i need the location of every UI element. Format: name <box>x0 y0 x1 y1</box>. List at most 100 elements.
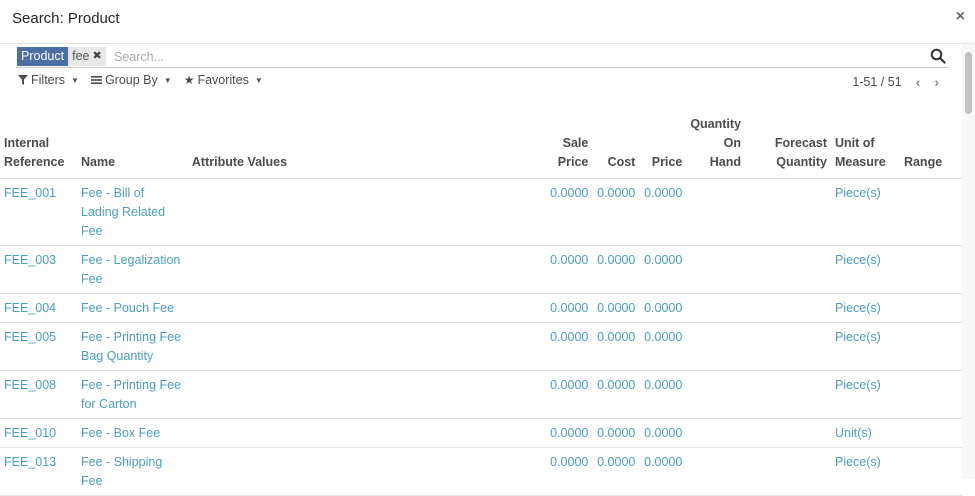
cell-quantity-on-hand <box>686 418 746 448</box>
cell-unit-of-measure[interactable]: Piece(s) <box>830 447 900 496</box>
caret-down-icon: ▼ <box>71 75 79 85</box>
cell-internal-reference[interactable]: FEE_010 <box>0 418 77 448</box>
cell-sale-price[interactable]: 0.0000 <box>542 447 593 496</box>
cell-name[interactable]: Fee - Shipping Fee <box>76 447 188 496</box>
name-line: Bag Quantity <box>80 349 154 363</box>
table-row[interactable]: FEE_004 Fee - Pouch Fee 0.0000 0.0000 0.0000… <box>0 293 962 323</box>
cell-forecast-quantity <box>745 370 831 419</box>
cell-unit-of-measure[interactable]: Piece(s) <box>830 322 900 371</box>
cell-sale-price[interactable]: 0.0000 <box>542 418 593 448</box>
cell-unit-of-measure[interactable]: Unit(s) <box>830 418 900 448</box>
column-header-forecast-quantity[interactable]: Forecast Quantity <box>745 112 831 179</box>
table-row[interactable]: FEE_003 Fee - Legalization Fee 0.0000 0.0000… <box>0 245 962 294</box>
column-header-internal-reference[interactable]: Internal Reference <box>0 112 77 179</box>
pager-value[interactable]: 1-51 / 51 <box>852 75 901 89</box>
cell-name[interactable]: Fee - Legalization Fee <box>76 245 188 294</box>
header-line: Measure <box>834 155 886 169</box>
scrollbar-thumb[interactable] <box>965 52 972 114</box>
cell-attribute-values <box>187 418 543 448</box>
caret-down-icon: ▼ <box>254 75 263 85</box>
scrollbar[interactable] <box>962 44 975 479</box>
favorites-label: Favorites <box>197 73 249 87</box>
cell-cost[interactable]: 0.0000 <box>592 447 640 496</box>
cell-price[interactable]: 0.0000 <box>639 447 687 496</box>
table-row[interactable]: FEE_005 Fee - Printing Fee Bag Quantity 0.0… <box>0 322 962 371</box>
cell-quantity-on-hand <box>686 370 746 419</box>
cell-internal-reference[interactable]: FEE_005 <box>0 322 77 371</box>
name-line: Fee <box>80 224 103 238</box>
column-header-quantity-on-hand[interactable]: Quantity On Hand <box>686 112 746 179</box>
table-row[interactable]: FEE_008 Fee - Printing Fee for Carton 0.000… <box>0 370 962 419</box>
modal-header: Search: Product × <box>0 0 975 44</box>
cell-unit-of-measure[interactable]: Piece(s) <box>830 293 900 323</box>
cell-cost[interactable]: 0.0000 <box>592 245 640 294</box>
name-line: for Carton <box>80 397 137 411</box>
table-row[interactable]: FEE_001 Fee - Bill of Lading Related Fee 0.0… <box>0 178 962 246</box>
pager-previous-icon[interactable]: ‹ <box>916 74 921 90</box>
cell-cost[interactable]: 0.0000 <box>592 178 640 246</box>
column-header-cost[interactable]: Cost <box>592 112 640 179</box>
cell-range <box>899 418 962 448</box>
cell-sale-price[interactable]: 0.0000 <box>542 178 593 246</box>
cell-unit-of-measure[interactable]: Piece(s) <box>830 370 900 419</box>
cell-cost[interactable]: 0.0000 <box>592 322 640 371</box>
cell-name[interactable]: Fee - Printing Fee Bag Quantity <box>76 322 188 371</box>
column-header-name[interactable]: Name <box>76 112 188 179</box>
cell-internal-reference[interactable]: FEE_003 <box>0 245 77 294</box>
cell-price[interactable]: 0.0000 <box>639 245 687 294</box>
cell-unit-of-measure[interactable]: Piece(s) <box>830 178 900 246</box>
name-line: Lading Related <box>80 205 166 219</box>
cell-price[interactable]: 0.0000 <box>639 418 687 448</box>
cell-internal-reference[interactable]: FEE_001 <box>0 178 77 246</box>
cell-sale-price[interactable]: 0.0000 <box>542 245 593 294</box>
cell-internal-reference[interactable]: FEE_013 <box>0 447 77 496</box>
cell-range <box>899 447 962 496</box>
table-row[interactable]: FEE_010 Fee - Box Fee 0.0000 0.0000 0.0000 Un… <box>0 418 962 448</box>
table-row[interactable]: FEE_013 Fee - Shipping Fee 0.0000 0.0000 0.00… <box>0 447 962 496</box>
search-input[interactable] <box>114 47 814 66</box>
cell-sale-price[interactable]: 0.0000 <box>542 322 593 371</box>
header-line: Forecast <box>774 136 827 150</box>
cell-forecast-quantity <box>745 293 831 323</box>
cell-range <box>899 322 962 371</box>
facet-remove-icon[interactable]: ✖ <box>92 48 101 65</box>
cell-range <box>899 178 962 246</box>
header-line: Price <box>557 155 589 169</box>
column-header-range[interactable]: Range <box>899 112 962 179</box>
column-header-unit-of-measure[interactable]: Unit of Measure <box>830 112 900 179</box>
cell-price[interactable]: 0.0000 <box>639 178 687 246</box>
cell-sale-price[interactable]: 0.0000 <box>542 370 593 419</box>
name-line: Fee <box>80 474 103 488</box>
close-icon[interactable]: × <box>956 8 965 26</box>
cell-price[interactable]: 0.0000 <box>639 370 687 419</box>
search-options: Filters ▼ Group By ▼ ★ Favorites ▼ <box>18 71 263 89</box>
cell-forecast-quantity <box>745 447 831 496</box>
cell-cost[interactable]: 0.0000 <box>592 293 640 323</box>
favorites-button[interactable]: ★ Favorites ▼ <box>184 71 263 89</box>
name-line: Fee - Printing Fee <box>80 330 182 344</box>
cell-sale-price[interactable]: 0.0000 <box>542 293 593 323</box>
cell-internal-reference[interactable]: FEE_008 <box>0 370 77 419</box>
cell-name[interactable]: Fee - Bill of Lading Related Fee <box>76 178 188 246</box>
cell-price[interactable]: 0.0000 <box>639 293 687 323</box>
column-header-price[interactable]: Price <box>639 112 687 179</box>
cell-attribute-values <box>187 322 543 371</box>
cell-cost[interactable]: 0.0000 <box>592 418 640 448</box>
header-line: On <box>723 136 742 150</box>
search-icon[interactable] <box>930 48 946 64</box>
cell-price[interactable]: 0.0000 <box>639 322 687 371</box>
pager-next-icon[interactable]: › <box>934 74 939 90</box>
cell-name[interactable]: Fee - Printing Fee for Carton <box>76 370 188 419</box>
name-line: Fee <box>80 272 103 286</box>
group-by-button[interactable]: Group By ▼ <box>90 71 172 89</box>
column-header-attribute-values[interactable]: Attribute Values <box>187 112 543 179</box>
cell-name[interactable]: Fee - Pouch Fee <box>76 293 188 323</box>
cell-unit-of-measure[interactable]: Piece(s) <box>830 245 900 294</box>
cell-quantity-on-hand <box>686 178 746 246</box>
cell-internal-reference[interactable]: FEE_004 <box>0 293 77 323</box>
column-header-sale-price[interactable]: Sale Price <box>542 112 593 179</box>
table-body: FEE_001 Fee - Bill of Lading Related Fee 0.0… <box>0 178 962 496</box>
cell-cost[interactable]: 0.0000 <box>592 370 640 419</box>
cell-name[interactable]: Fee - Box Fee <box>76 418 188 448</box>
filters-button[interactable]: Filters ▼ <box>18 71 79 89</box>
